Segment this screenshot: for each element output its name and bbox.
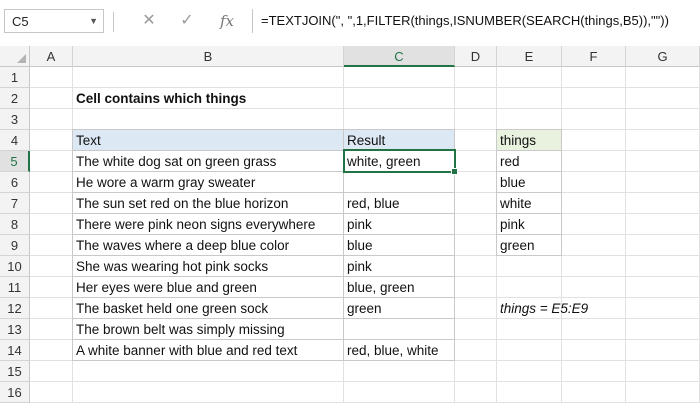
name-box-value: C5 xyxy=(12,14,29,29)
table-cell-result[interactable]: pink xyxy=(343,255,455,277)
table-cell-result[interactable] xyxy=(343,318,455,340)
check-icon[interactable]: ✓ xyxy=(172,9,202,33)
formula-bar-area: C5 ▼ ✕ ✓ fx =TEXTJOIN(", ",1,FILTER(thin… xyxy=(0,0,700,46)
things-item[interactable]: red xyxy=(496,150,562,172)
things-item[interactable]: green xyxy=(496,234,562,256)
name-box[interactable]: C5 ▼ xyxy=(4,9,104,33)
row-header-1[interactable]: 1 xyxy=(0,67,30,88)
named-range-note[interactable]: things = E5:E9 xyxy=(497,298,697,319)
table-cell-result[interactable]: blue, green xyxy=(343,276,455,298)
table-cell-text[interactable]: The waves where a deep blue color xyxy=(72,234,344,256)
column-header-d[interactable]: D xyxy=(455,46,497,67)
row-header-4[interactable]: 4 xyxy=(0,130,30,151)
table-cell-text[interactable]: A white banner with blue and red text xyxy=(72,339,344,361)
select-all-corner[interactable] xyxy=(0,46,30,67)
row-header-7[interactable]: 7 xyxy=(0,193,30,214)
fill-handle[interactable] xyxy=(451,168,458,175)
row-header-8[interactable]: 8 xyxy=(0,214,30,235)
gridline xyxy=(625,67,626,403)
row-header-11[interactable]: 11 xyxy=(0,277,30,298)
page-title[interactable]: Cell contains which things xyxy=(73,88,373,109)
active-cell-selection[interactable] xyxy=(343,149,458,175)
gridline xyxy=(30,381,700,382)
things-item[interactable]: white xyxy=(496,192,562,214)
things-item[interactable]: blue xyxy=(496,171,562,193)
row-header-10[interactable]: 10 xyxy=(0,256,30,277)
table-cell-result[interactable]: blue xyxy=(343,234,455,256)
table-cell-text[interactable]: The white dog sat on green grass xyxy=(72,150,344,172)
row-header-12[interactable]: 12 xyxy=(0,298,30,319)
worksheet-grid: ABCDEFG 1 2 3 4 5 6 7 8 9 10 11 12 13 14 15 16 Cell con… xyxy=(0,46,700,403)
chevron-down-icon[interactable]: ▼ xyxy=(89,16,98,26)
things-header[interactable]: things xyxy=(496,129,562,151)
formula-text: =TEXTJOIN(", ",1,FILTER(things,ISNUMBER(… xyxy=(261,13,669,28)
row-header-9[interactable]: 9 xyxy=(0,235,30,256)
row-header-2[interactable]: 2 xyxy=(0,88,30,109)
column-header-b[interactable]: B xyxy=(73,46,344,67)
things-item[interactable]: pink xyxy=(496,213,562,235)
column-header-c[interactable]: C xyxy=(344,46,455,67)
row-header-14[interactable]: 14 xyxy=(0,340,30,361)
row-header-13[interactable]: 13 xyxy=(0,319,30,340)
table-cell-text[interactable]: The sun set red on the blue horizon xyxy=(72,192,344,214)
close-icon[interactable]: ✕ xyxy=(134,9,164,33)
fx-icon[interactable]: fx xyxy=(212,9,242,33)
table-cell-text[interactable]: He wore a warm gray sweater xyxy=(72,171,344,193)
table-cell-result[interactable]: red, blue xyxy=(343,192,455,214)
table-header-text[interactable]: Text xyxy=(72,129,344,151)
column-header-g[interactable]: G xyxy=(626,46,700,67)
table-cell-text[interactable]: Her eyes were blue and green xyxy=(72,276,344,298)
table-cell-text[interactable]: The brown belt was simply missing xyxy=(72,318,344,340)
table-cell-result[interactable]: red, blue, white xyxy=(343,339,455,361)
column-header-e[interactable]: E xyxy=(497,46,562,67)
table-cell-text[interactable]: There were pink neon signs everywhere xyxy=(72,213,344,235)
row-header-5[interactable]: 5 xyxy=(0,151,30,172)
table-cell-result[interactable]: green xyxy=(343,297,455,319)
formula-input[interactable]: =TEXTJOIN(", ",1,FILTER(things,ISNUMBER(… xyxy=(252,9,700,33)
row-header-3[interactable]: 3 xyxy=(0,109,30,130)
table-cell-result[interactable]: pink xyxy=(343,213,455,235)
table-header-result[interactable]: Result xyxy=(343,129,455,151)
column-header-f[interactable]: F xyxy=(562,46,626,67)
row-header-6[interactable]: 6 xyxy=(0,172,30,193)
row-header-15[interactable]: 15 xyxy=(0,361,30,382)
table-cell-text[interactable]: She was wearing hot pink socks xyxy=(72,255,344,277)
table-cell-result[interactable] xyxy=(343,171,455,193)
table-cell-text[interactable]: The basket held one green sock xyxy=(72,297,344,319)
column-header-a[interactable]: A xyxy=(30,46,73,67)
formula-bar-divider xyxy=(113,12,114,32)
